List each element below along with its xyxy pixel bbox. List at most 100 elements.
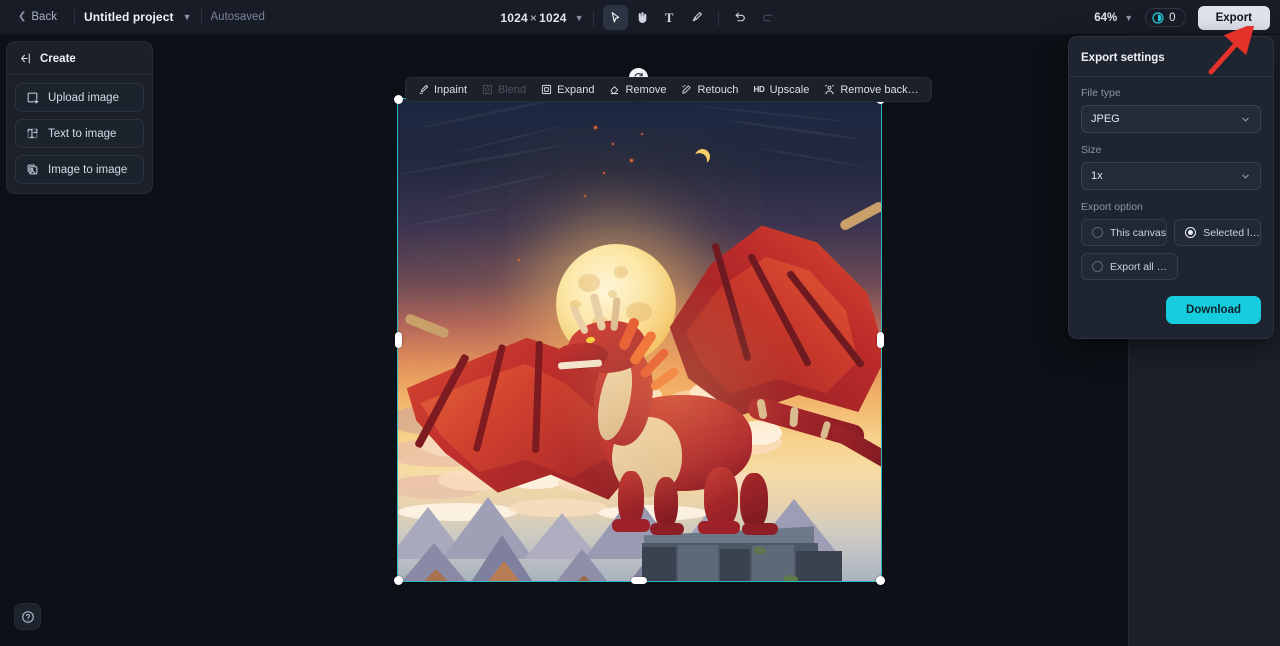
inpaint-button[interactable]: Inpaint: [411, 80, 474, 99]
retouch-button[interactable]: Retouch: [674, 80, 745, 99]
export-option-label: Export option: [1081, 201, 1143, 213]
remove-background-label: Remove back…: [840, 83, 919, 96]
divider: [200, 9, 202, 25]
chevron-down-icon[interactable]: ▼: [183, 12, 192, 22]
resize-handle-middle-right[interactable]: [877, 332, 884, 348]
canvas-size-separator: ×: [529, 10, 538, 25]
top-bar-right: 64% ▼ 0 Export: [1094, 0, 1270, 35]
size-label: Size: [1081, 144, 1102, 156]
radio-icon: [1092, 227, 1103, 238]
blend-button: Blend: [475, 80, 533, 99]
undo-button[interactable]: [728, 5, 753, 30]
canvas-action-toolbar[interactable]: Inpaint Blend Expand Remove Retouch HD U…: [405, 77, 932, 102]
divider: [73, 9, 75, 25]
redo-icon: [762, 14, 772, 22]
resize-handle-bottom-right[interactable]: [876, 576, 885, 585]
resize-handle-bottom-center[interactable]: [631, 577, 647, 584]
export-settings-header: Export settings: [1069, 37, 1273, 77]
hd-icon: HD: [753, 85, 765, 94]
remove-icon: [611, 86, 619, 95]
app-root: Inpaint Blend Expand Remove Retouch HD U…: [0, 0, 1280, 646]
remove-button[interactable]: Remove: [602, 80, 673, 99]
zoom-chevron-down-icon[interactable]: ▼: [1124, 13, 1133, 23]
export-button[interactable]: Export: [1197, 5, 1270, 30]
chevron-down-icon: [1242, 174, 1249, 178]
undo-icon: [735, 12, 745, 22]
redo-button: [755, 5, 780, 30]
file-type-label: File type: [1081, 87, 1121, 99]
export-option-export-all[interactable]: Export all …: [1081, 253, 1179, 280]
divider: [717, 9, 719, 26]
retouch-label: Retouch: [697, 83, 739, 96]
canvas-size-value[interactable]: 1024 × 1024: [500, 11, 566, 25]
canvas-size-chevron-down-icon[interactable]: ▼: [575, 13, 584, 23]
select-tool-button[interactable]: [602, 5, 628, 30]
export-settings-panel: Export settings File type JPEG Size 1x E…: [1068, 36, 1274, 339]
credit-coin-icon: [1152, 11, 1164, 24]
export-option-row-1: This canvas Selected l…: [1081, 219, 1261, 246]
help-button[interactable]: [14, 603, 41, 630]
text-to-image-button[interactable]: Text to image: [15, 119, 144, 148]
resize-handle-middle-left[interactable]: [395, 332, 402, 348]
export-option-selected-layer[interactable]: Selected l…: [1174, 219, 1261, 246]
text-to-image-icon: [27, 128, 38, 139]
text-icon: T: [664, 9, 674, 25]
radio-selected-icon: [1185, 227, 1197, 238]
resize-handle-top-left[interactable]: [394, 95, 403, 104]
brush-icon: [692, 12, 702, 22]
upload-image-icon: [27, 92, 39, 104]
inpaint-icon: [419, 84, 429, 94]
expand-icon: [542, 84, 552, 95]
export-option-export-all-label: Export all …: [1110, 260, 1168, 273]
history-group: [728, 5, 780, 30]
expand-button[interactable]: Expand: [534, 80, 601, 99]
cursor-icon: [611, 12, 619, 23]
upload-image-button[interactable]: Upload image: [15, 83, 144, 112]
text-to-image-label: Text to image: [48, 127, 117, 140]
artboard[interactable]: [397, 98, 882, 582]
collapse-left-icon[interactable]: [19, 52, 32, 65]
size-select[interactable]: 1x: [1081, 162, 1261, 190]
credits-badge[interactable]: 0: [1145, 8, 1186, 27]
size-value: 1x: [1091, 170, 1103, 182]
brush-tool-button[interactable]: [684, 5, 709, 30]
image-to-image-icon: [27, 164, 38, 175]
retouch-icon: [682, 84, 692, 94]
dragon-artwork: [398, 99, 881, 581]
image-to-image-button[interactable]: Image to image: [15, 155, 144, 184]
top-bar: ❮ Back Untitled project ▼ Autosaved 1024…: [0, 0, 1280, 35]
hand-tool-button[interactable]: [630, 5, 655, 30]
radio-icon: [1092, 261, 1103, 272]
remove-background-icon: [825, 85, 835, 94]
file-type-select[interactable]: JPEG: [1081, 105, 1261, 133]
blend-label: Blend: [498, 83, 527, 96]
blend-icon: [482, 84, 493, 95]
export-option-selected-layer-label: Selected l…: [1203, 226, 1260, 239]
top-bar-left: ❮ Back Untitled project ▼ Autosaved: [0, 7, 265, 27]
file-type-value: JPEG: [1091, 113, 1120, 125]
download-button[interactable]: Download: [1166, 296, 1261, 324]
create-panel-title: Create: [40, 52, 76, 65]
autosave-status: Autosaved: [210, 11, 265, 23]
chevron-left-icon: ❮: [18, 11, 27, 22]
export-settings-title: Export settings: [1081, 52, 1165, 64]
upscale-button[interactable]: HD Upscale: [746, 80, 816, 99]
remove-label: Remove: [625, 83, 667, 96]
create-panel-header: Create: [7, 42, 152, 75]
back-button[interactable]: ❮ Back: [10, 7, 65, 27]
help-circle-icon: [21, 610, 34, 623]
canvas-width: 1024: [500, 10, 528, 25]
remove-background-button[interactable]: Remove back…: [817, 80, 925, 99]
export-settings-body: File type JPEG Size 1x Export option Thi…: [1069, 77, 1273, 338]
selected-layer[interactable]: [394, 68, 885, 585]
resize-handle-bottom-left[interactable]: [394, 576, 403, 585]
text-tool-button[interactable]: T: [657, 5, 682, 30]
hand-icon: [638, 12, 646, 23]
export-option-this-canvas[interactable]: This canvas: [1081, 219, 1168, 246]
zoom-level[interactable]: 64%: [1094, 12, 1117, 24]
upscale-label: Upscale: [769, 83, 810, 96]
project-title[interactable]: Untitled project: [84, 10, 174, 24]
canvas-height: 1024: [539, 10, 567, 25]
chevron-down-icon: [1242, 117, 1249, 121]
export-option-row-2: Export all …: [1081, 253, 1261, 280]
